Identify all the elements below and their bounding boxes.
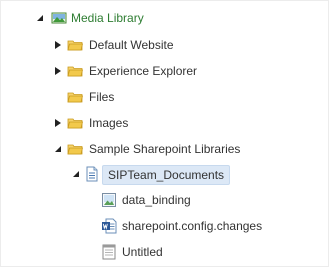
folder-icon bbox=[67, 63, 83, 79]
tree-node-label[interactable]: sharepoint.config.changes bbox=[122, 217, 262, 235]
media-library-icon bbox=[51, 10, 67, 26]
document-list-icon bbox=[84, 166, 100, 182]
tree-node-label[interactable]: Untitled bbox=[122, 243, 163, 261]
folder-icon bbox=[67, 37, 83, 53]
tree-node-label[interactable]: data_binding bbox=[122, 191, 191, 209]
collapsed-triangle-icon[interactable] bbox=[54, 67, 62, 75]
tree-node-label[interactable]: Media Library bbox=[71, 9, 144, 27]
expanded-triangle-icon[interactable] bbox=[36, 14, 44, 22]
folder-icon bbox=[67, 115, 83, 131]
blank-document-icon bbox=[101, 244, 117, 260]
collapsed-triangle-icon[interactable] bbox=[54, 41, 62, 49]
expanded-triangle-icon[interactable] bbox=[72, 170, 80, 178]
media-library-tree: Media Library Default Website Experience… bbox=[0, 0, 329, 267]
tree-node-label[interactable]: Images bbox=[89, 114, 128, 132]
tree-node-label[interactable]: Experience Explorer bbox=[89, 62, 197, 80]
tree-node-label[interactable]: Default Website bbox=[89, 36, 174, 54]
collapsed-triangle-icon[interactable] bbox=[54, 119, 62, 127]
tree-node-label[interactable]: Files bbox=[89, 88, 114, 106]
folder-icon bbox=[67, 89, 83, 105]
tree-node-label[interactable]: SIPTeam_Documents bbox=[102, 165, 231, 185]
image-file-icon bbox=[101, 192, 117, 208]
tree-node-label[interactable]: Sample Sharepoint Libraries bbox=[89, 140, 240, 158]
folder-icon bbox=[67, 141, 83, 157]
expanded-triangle-icon[interactable] bbox=[54, 145, 62, 153]
word-document-icon bbox=[101, 218, 117, 234]
